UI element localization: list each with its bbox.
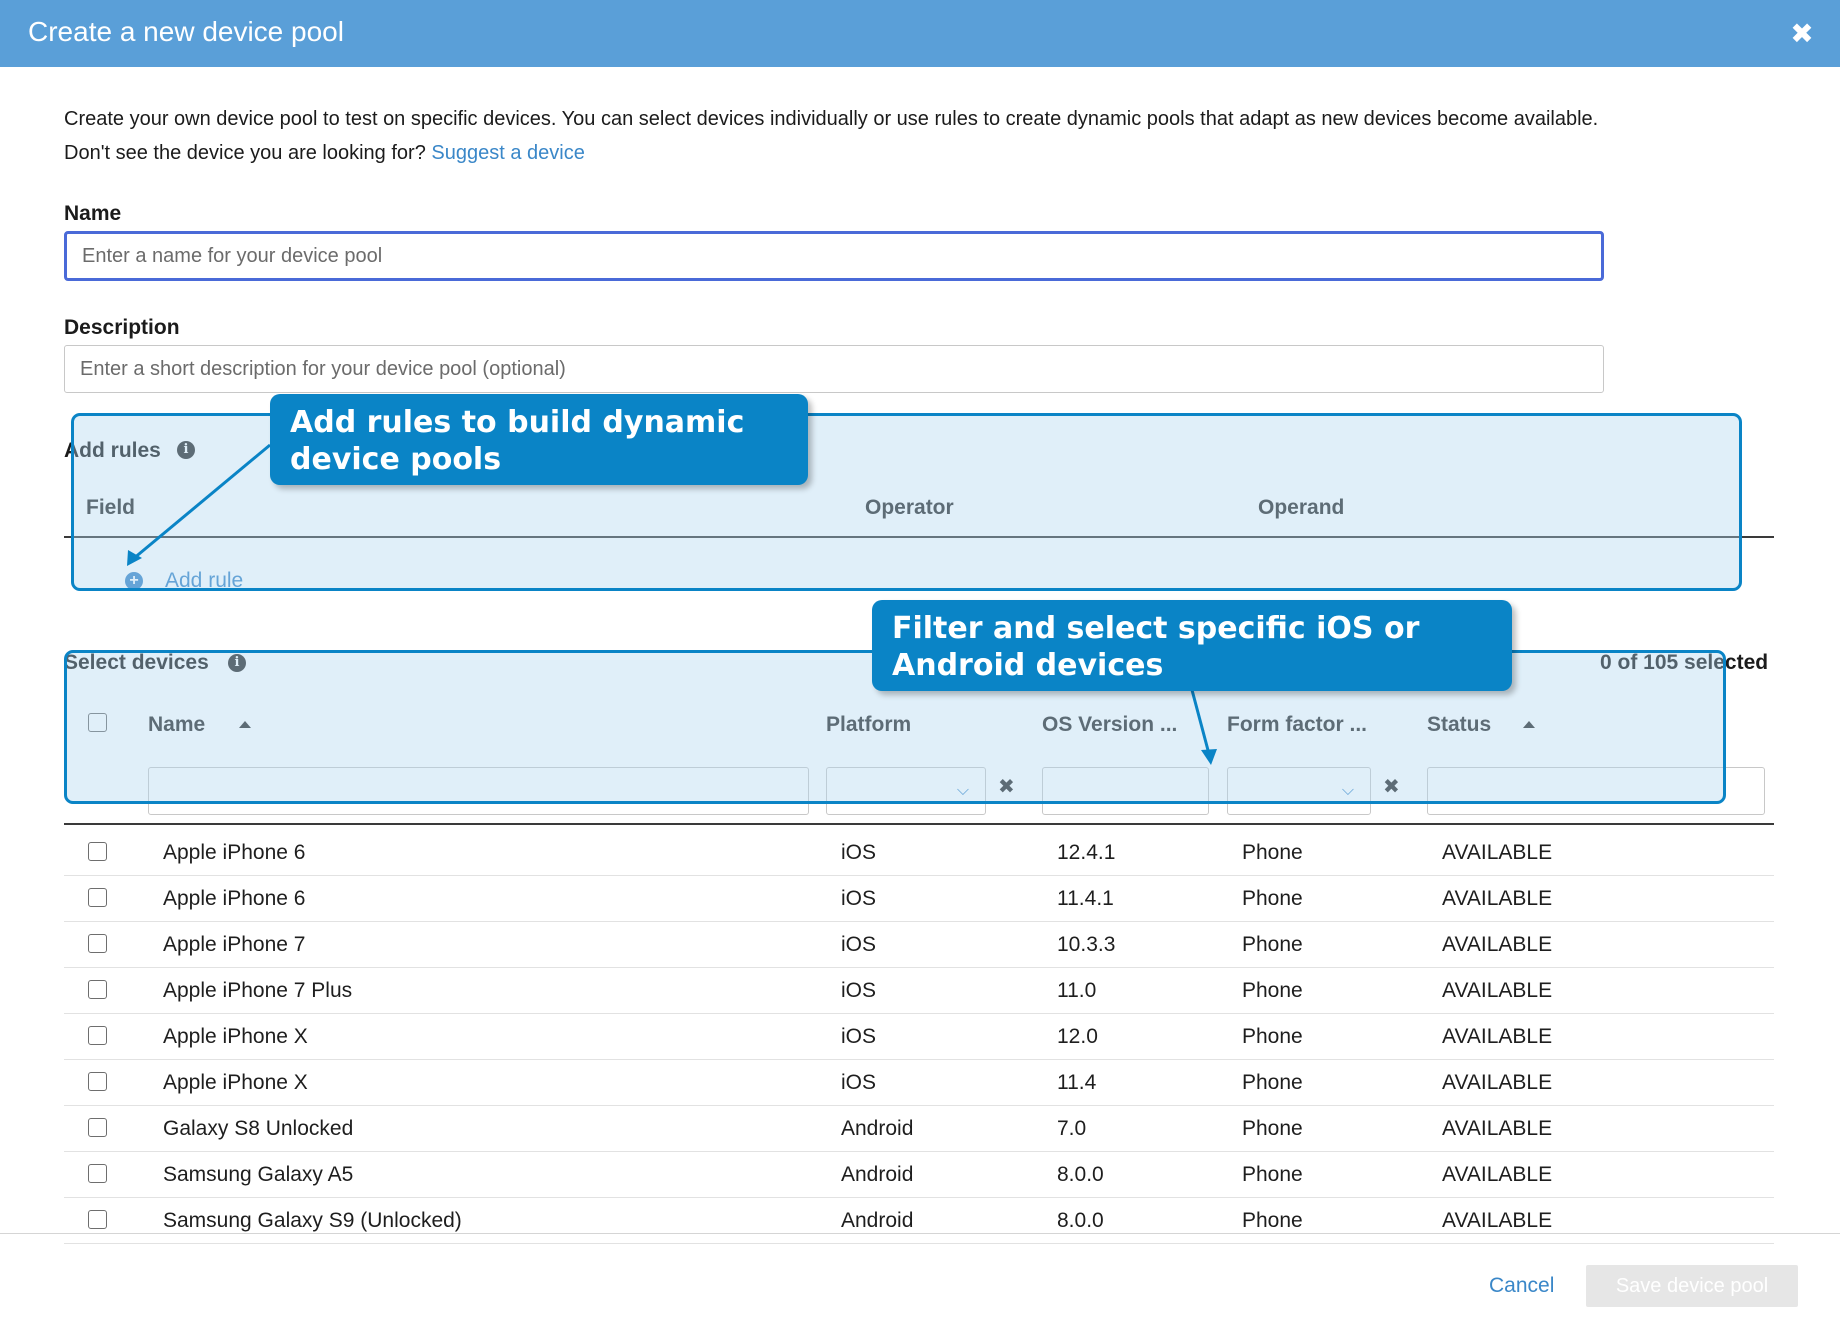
- cell-status: AVAILABLE: [1442, 933, 1553, 956]
- cell-os-version: 11.0: [1057, 979, 1097, 1002]
- intro-line-2: Don't see the device you are looking for…: [64, 136, 1598, 170]
- footer-divider: [0, 1233, 1840, 1234]
- cell-status: AVAILABLE: [1442, 841, 1553, 864]
- cell-status: AVAILABLE: [1442, 1025, 1553, 1048]
- dialog-title: Create a new device pool: [28, 16, 344, 47]
- rules-callout: Add rules to build dynamic device pools: [270, 394, 808, 485]
- row-checkbox[interactable]: [88, 934, 107, 953]
- cell-os-version: 11.4.1: [1057, 887, 1114, 910]
- cell-form-factor: Phone: [1242, 1163, 1303, 1186]
- table-row[interactable]: Apple iPhone X iOS 11.4 Phone AVAILABLE: [64, 1060, 1774, 1106]
- cell-form-factor: Phone: [1242, 841, 1303, 864]
- row-checkbox[interactable]: [88, 1118, 107, 1137]
- close-icon[interactable]: ✖: [1788, 20, 1816, 48]
- intro-line-2-prefix: Don't see the device you are looking for…: [64, 142, 426, 164]
- table-row[interactable]: Galaxy S8 Unlocked Android 7.0 Phone AVAILAB…: [64, 1106, 1774, 1152]
- description-label: Description: [64, 316, 180, 339]
- row-checkbox[interactable]: [88, 1072, 107, 1091]
- cell-name: Apple iPhone X: [163, 1071, 308, 1094]
- cancel-button[interactable]: Cancel: [1489, 1274, 1554, 1298]
- table-row[interactable]: Apple iPhone 6 iOS 11.4.1 Phone AVAILABLE: [64, 876, 1774, 922]
- cell-name: Apple iPhone 7 Plus: [163, 979, 353, 1002]
- cell-name: Apple iPhone 6: [163, 887, 306, 910]
- cell-status: AVAILABLE: [1442, 1117, 1553, 1140]
- cell-status: AVAILABLE: [1442, 887, 1553, 910]
- intro-text: Create your own device pool to test on s…: [64, 102, 1598, 170]
- cell-status: AVAILABLE: [1442, 979, 1553, 1002]
- row-checkbox[interactable]: [88, 842, 107, 861]
- row-checkbox[interactable]: [88, 888, 107, 907]
- cell-os-version: 12.4.1: [1057, 841, 1116, 864]
- cell-form-factor: Phone: [1242, 1209, 1303, 1232]
- cell-platform: iOS: [841, 1071, 877, 1094]
- cell-form-factor: Phone: [1242, 1025, 1303, 1048]
- cell-name: Apple iPhone 7: [163, 933, 306, 956]
- table-row[interactable]: Apple iPhone 7 Plus iOS 11.0 Phone AVAILABLE: [64, 968, 1774, 1014]
- row-checkbox[interactable]: [88, 1164, 107, 1183]
- table-row[interactable]: Apple iPhone 7 iOS 10.3.3 Phone AVAILABLE: [64, 922, 1774, 968]
- table-row[interactable]: Apple iPhone X iOS 12.0 Phone AVAILABLE: [64, 1014, 1774, 1060]
- cell-status: AVAILABLE: [1442, 1163, 1553, 1186]
- row-checkbox[interactable]: [88, 1210, 107, 1229]
- table-row[interactable]: Samsung Galaxy A5 Android 8.0.0 Phone AVAILA…: [64, 1152, 1774, 1198]
- cell-os-version: 8.0.0: [1057, 1209, 1104, 1232]
- intro-line-1: Create your own device pool to test on s…: [64, 108, 1599, 130]
- cell-platform: iOS: [841, 887, 877, 910]
- name-label: Name: [64, 202, 122, 225]
- cell-name: Apple iPhone 6: [163, 841, 306, 864]
- cell-form-factor: Phone: [1242, 979, 1303, 1002]
- table-row[interactable]: Apple iPhone 6 iOS 12.4.1 Phone AVAILABLE: [64, 830, 1774, 876]
- devices-header-divider: [64, 823, 1774, 825]
- cell-form-factor: Phone: [1242, 1117, 1303, 1140]
- row-checkbox[interactable]: [88, 1026, 107, 1045]
- cell-os-version: 10.3.3: [1057, 933, 1116, 956]
- cell-name: Galaxy S8 Unlocked: [163, 1117, 354, 1140]
- cell-platform: Android: [841, 1209, 914, 1232]
- dialog-titlebar: Create a new device pool ✖: [0, 0, 1840, 67]
- cell-status: AVAILABLE: [1442, 1209, 1553, 1232]
- table-row[interactable]: Samsung Galaxy S9 (Unlocked) Android 8.0.0…: [64, 1198, 1774, 1244]
- cell-platform: iOS: [841, 841, 877, 864]
- cell-os-version: 11.4: [1057, 1071, 1097, 1094]
- cell-name: Samsung Galaxy A5: [163, 1163, 354, 1186]
- row-checkbox[interactable]: [88, 980, 107, 999]
- save-device-pool-button[interactable]: Save device pool: [1586, 1265, 1798, 1307]
- cell-platform: iOS: [841, 1025, 877, 1048]
- suggest-device-link[interactable]: Suggest a device: [431, 142, 584, 164]
- cell-os-version: 7.0: [1057, 1117, 1087, 1140]
- name-input[interactable]: [64, 231, 1604, 281]
- cell-platform: iOS: [841, 933, 877, 956]
- cell-form-factor: Phone: [1242, 933, 1303, 956]
- cell-platform: iOS: [841, 979, 877, 1002]
- cell-name: Apple iPhone X: [163, 1025, 308, 1048]
- cell-status: AVAILABLE: [1442, 1071, 1553, 1094]
- devices-callout: Filter and select specific iOS or Androi…: [872, 600, 1512, 691]
- cell-form-factor: Phone: [1242, 887, 1303, 910]
- description-input[interactable]: [64, 345, 1604, 393]
- cell-os-version: 8.0.0: [1057, 1163, 1104, 1186]
- cell-platform: Android: [841, 1163, 914, 1186]
- cell-platform: Android: [841, 1117, 914, 1140]
- cell-name: Samsung Galaxy S9 (Unlocked): [163, 1209, 462, 1232]
- cell-os-version: 12.0: [1057, 1025, 1098, 1048]
- cell-form-factor: Phone: [1242, 1071, 1303, 1094]
